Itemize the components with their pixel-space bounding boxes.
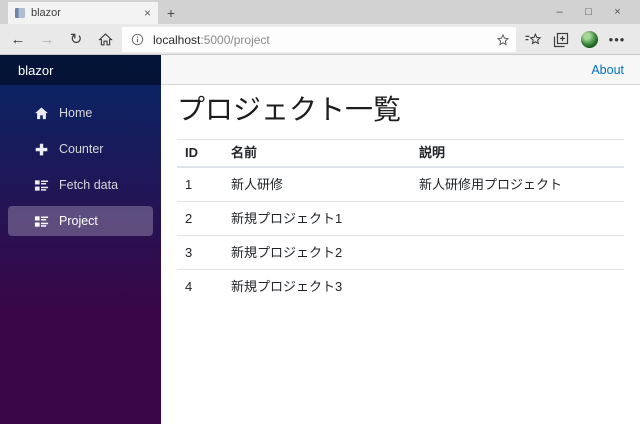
cell-description: 新人研修用プロジェクト — [411, 167, 624, 202]
page-title: プロジェクト一覧 — [177, 94, 624, 126]
cell-id: 4 — [177, 270, 223, 304]
cell-id: 2 — [177, 202, 223, 236]
refresh-button[interactable]: ↻ — [62, 25, 90, 53]
cell-name: 新規プロジェクト2 — [223, 236, 411, 270]
window-controls: – □ × — [545, 0, 632, 24]
address-bar[interactable]: localhost:5000/project — [122, 27, 516, 52]
sidebar-item-home[interactable]: Home — [8, 98, 153, 128]
sidebar-item-counter[interactable]: Counter — [8, 134, 153, 164]
add-favorite-star-icon[interactable] — [496, 33, 510, 47]
sidebar-item-fetch-data[interactable]: Fetch data — [8, 170, 153, 200]
cell-description — [411, 270, 624, 304]
browser-window: blazor × + – □ × ← → ↻ localhost:5000/pr… — [0, 0, 640, 424]
table-row: 2 新規プロジェクト1 — [177, 202, 624, 236]
sidebar-item-label: Fetch data — [59, 178, 118, 192]
project-table: ID 名前 説明 1 新人研修 新人研修用プロジェクト 2 — [177, 139, 624, 303]
main-area: About プロジェクト一覧 ID 名前 説明 1 新 — [161, 55, 640, 424]
main-top-row: About — [161, 55, 640, 85]
ellipsis-icon: ••• — [609, 32, 626, 47]
maximize-button[interactable]: □ — [574, 0, 603, 24]
browser-toolbar: ← → ↻ localhost:5000/project ••• — [0, 24, 640, 55]
table-row: 3 新規プロジェクト2 — [177, 236, 624, 270]
cell-description — [411, 202, 624, 236]
close-button[interactable]: × — [603, 0, 632, 24]
new-tab-button[interactable]: + — [158, 2, 184, 24]
tab-close-icon[interactable]: × — [144, 7, 151, 19]
tab-title: blazor — [31, 7, 138, 19]
list-rich-icon — [34, 178, 49, 193]
page-content: プロジェクト一覧 ID 名前 説明 1 新人研修 新人研修用プロジェク — [161, 85, 640, 424]
table-row: 1 新人研修 新人研修用プロジェクト — [177, 167, 624, 202]
sidebar-nav: Home Counter Fetch data — [0, 85, 161, 236]
cell-name: 新規プロジェクト3 — [223, 270, 411, 304]
sidebar-item-label: Home — [59, 106, 92, 120]
cell-name: 新人研修 — [223, 167, 411, 202]
plus-icon — [34, 142, 49, 157]
cell-id: 3 — [177, 236, 223, 270]
blazor-app: blazor Home Counter — [0, 55, 640, 424]
back-button[interactable]: ← — [4, 25, 32, 53]
browser-tab[interactable]: blazor × — [8, 2, 158, 24]
tabs-hub-icon[interactable] — [547, 26, 575, 54]
sidebar: blazor Home Counter — [0, 55, 161, 424]
site-info-icon[interactable] — [131, 33, 144, 46]
home-icon — [34, 106, 49, 121]
blazor-favicon-icon — [15, 8, 25, 18]
column-header-id: ID — [177, 140, 223, 168]
cell-id: 1 — [177, 167, 223, 202]
cell-name: 新規プロジェクト1 — [223, 202, 411, 236]
toolbar-actions: ••• — [519, 24, 631, 55]
more-options-button[interactable]: ••• — [603, 26, 631, 54]
minimize-button[interactable]: – — [545, 0, 574, 24]
home-button[interactable] — [91, 25, 119, 53]
about-link[interactable]: About — [591, 63, 624, 77]
list-rich-icon — [34, 214, 49, 229]
sidebar-item-project[interactable]: Project — [8, 206, 153, 236]
column-header-name: 名前 — [223, 140, 411, 168]
url-text: localhost:5000/project — [153, 33, 270, 47]
favorites-hub-icon[interactable] — [519, 26, 547, 54]
table-header-row: ID 名前 説明 — [177, 140, 624, 168]
extension-globe-icon[interactable] — [575, 26, 603, 54]
sidebar-item-label: Project — [59, 214, 98, 228]
table-row: 4 新規プロジェクト3 — [177, 270, 624, 304]
app-brand[interactable]: blazor — [0, 55, 161, 85]
column-header-description: 説明 — [411, 140, 624, 168]
cell-description — [411, 236, 624, 270]
title-bar: blazor × + – □ × — [0, 0, 640, 24]
sidebar-item-label: Counter — [59, 142, 103, 156]
forward-button[interactable]: → — [33, 25, 61, 53]
home-icon — [98, 32, 113, 47]
